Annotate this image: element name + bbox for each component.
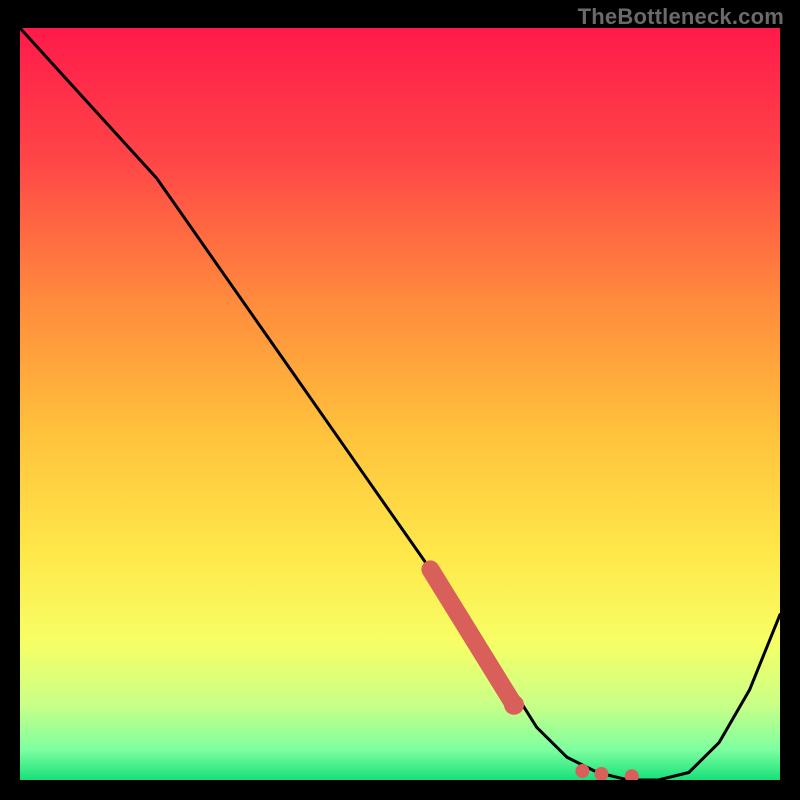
plot-area: [20, 28, 780, 780]
marker-dot: [575, 764, 589, 778]
watermark-text: TheBottleneck.com: [578, 4, 784, 30]
gradient-background: [20, 28, 780, 780]
chart-svg: [20, 28, 780, 780]
stage: TheBottleneck.com: [0, 0, 800, 800]
marker-dot: [504, 695, 524, 715]
